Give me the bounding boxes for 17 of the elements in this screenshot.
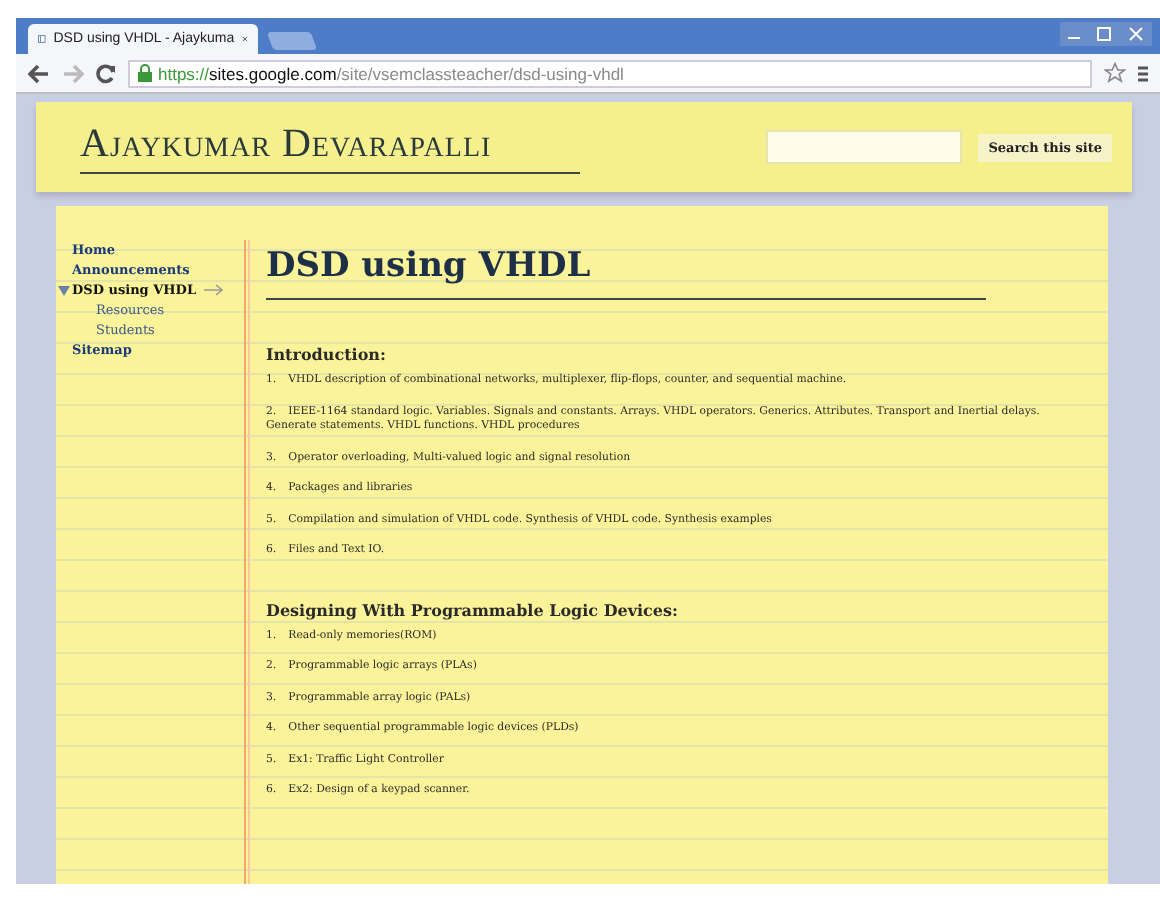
page-title: DSD using VHDL xyxy=(266,246,593,286)
window-controls-icon[interactable] xyxy=(1060,22,1152,46)
back-icon[interactable] xyxy=(28,63,50,83)
site-title[interactable]: Ajaykumar Devarapalli xyxy=(80,121,492,165)
page-icon xyxy=(38,30,46,48)
search-field[interactable] xyxy=(766,130,963,164)
section-heading: Introduction: xyxy=(266,344,388,364)
section-heading: Designing With Programmable Logic Devices: xyxy=(266,599,680,619)
menu-icon[interactable] xyxy=(1138,63,1148,83)
forward-icon[interactable] xyxy=(62,63,84,83)
address-bar[interactable]: https://sites.google.com/site/vsemclassteacher/dsd-using-vhdl xyxy=(128,59,1092,87)
new-tab-button[interactable] xyxy=(266,32,318,50)
expand-triangle-icon[interactable] xyxy=(58,285,70,295)
star-icon[interactable] xyxy=(1104,62,1126,84)
reload-icon[interactable] xyxy=(96,63,116,83)
arrow-icon xyxy=(204,284,225,296)
lock-icon xyxy=(138,64,152,82)
